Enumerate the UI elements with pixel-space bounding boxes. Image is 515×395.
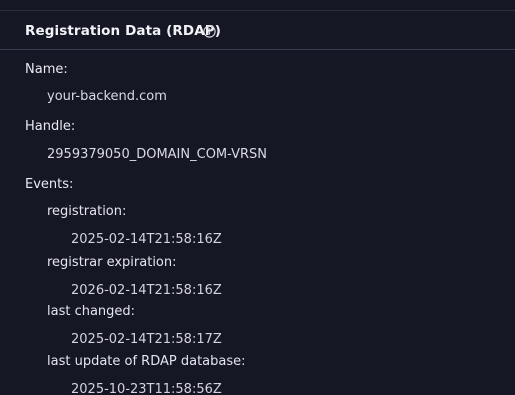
event-value-registration: 2025-02-14T21:58:16Z [71, 232, 222, 247]
handle-label: Handle: [25, 119, 76, 134]
section-header: Registration Data (RDAP) [0, 11, 515, 50]
event-label-registration: registration: [47, 204, 127, 219]
event-value-last-update-rdap: 2025-10-23T11:58:56Z [71, 382, 222, 395]
rdap-panel: Registration Data (RDAP) Name: your-back… [0, 0, 515, 395]
event-label-last-update-rdap: last update of RDAP database: [47, 354, 246, 369]
name-value: your-backend.com [47, 89, 167, 104]
event-label-registrar-expiration: registrar expiration: [47, 255, 177, 270]
event-value-registrar-expiration: 2026-02-14T21:58:16Z [71, 283, 222, 298]
event-label-last-changed: last changed: [47, 304, 136, 319]
event-value-last-changed: 2025-02-14T21:58:17Z [71, 332, 222, 347]
handle-value: 2959379050_DOMAIN_COM-VRSN [47, 147, 267, 162]
name-label: Name: [25, 62, 68, 77]
events-label: Events: [25, 177, 74, 192]
section-title: Registration Data (RDAP) [25, 23, 222, 39]
info-circle-icon[interactable] [203, 25, 216, 38]
